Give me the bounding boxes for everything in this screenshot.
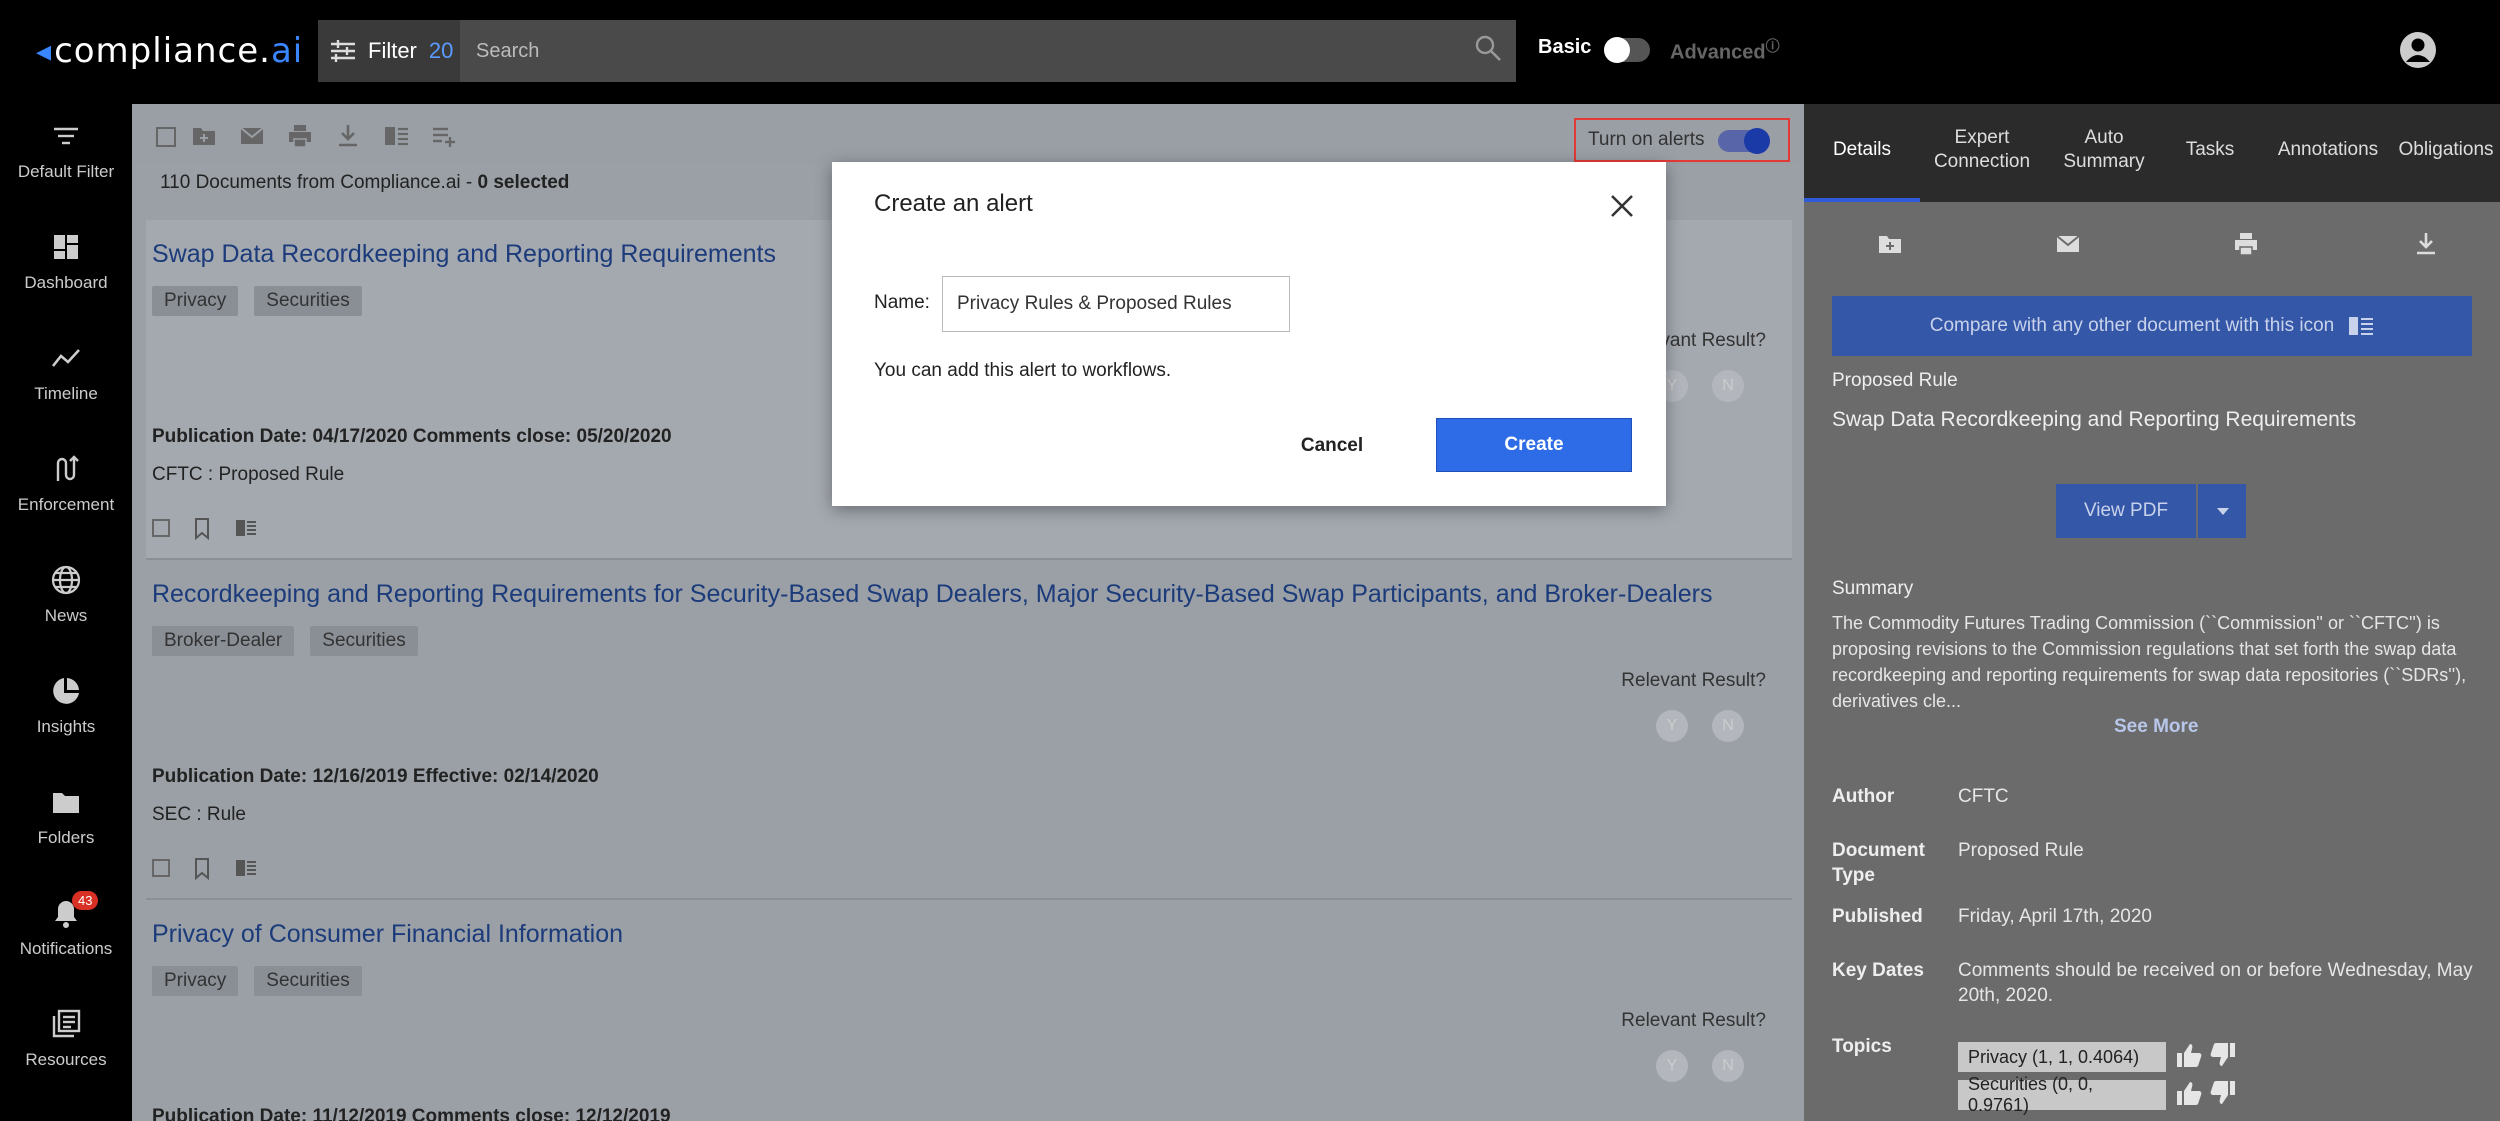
alert-name-label: Name: bbox=[874, 292, 930, 313]
alert-name-input[interactable] bbox=[942, 276, 1290, 332]
modal-overlay: Create an alert Name: You can add this a… bbox=[0, 0, 2500, 1121]
close-icon[interactable] bbox=[1608, 192, 1636, 220]
cancel-button[interactable]: Cancel bbox=[1262, 420, 1402, 472]
create-button[interactable]: Create bbox=[1436, 418, 1632, 472]
workflow-hint: You can add this alert to workflows. bbox=[874, 360, 1172, 381]
dialog-title: Create an alert bbox=[874, 190, 1033, 217]
create-alert-dialog: Create an alert Name: You can add this a… bbox=[832, 162, 1666, 506]
